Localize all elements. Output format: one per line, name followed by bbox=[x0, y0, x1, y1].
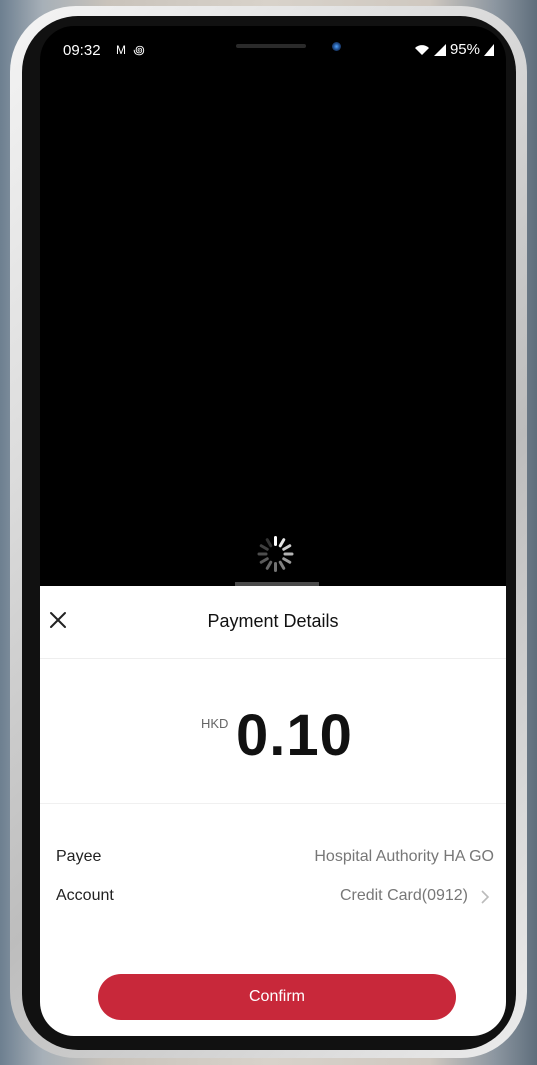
payee-label: Payee bbox=[56, 848, 102, 865]
confirm-button[interactable]: Confirm bbox=[98, 974, 456, 1020]
account-value[interactable]: Credit Card(0912) bbox=[340, 887, 468, 905]
payment-amount: 0.10 bbox=[236, 703, 353, 768]
payment-sheet: Payment Details HKD 0.10 Payee Hospital … bbox=[40, 586, 506, 1036]
status-indicators: 95% bbox=[414, 41, 494, 58]
wifi-icon bbox=[414, 44, 429, 55]
sheet-header: Payment Details bbox=[40, 586, 506, 659]
camera-notch bbox=[148, 26, 398, 74]
phone-screen: 09:32 M ꩜ 95% Payment Details HKD 0.10 P… bbox=[40, 26, 506, 1036]
signal-icon bbox=[433, 43, 446, 56]
payee-value: Hospital Authority HA GO bbox=[314, 848, 494, 865]
sheet-title: Payment Details bbox=[207, 611, 339, 631]
account-label: Account bbox=[56, 887, 114, 904]
payee-row: Payee Hospital Authority HA GO bbox=[40, 842, 506, 872]
battery-icon bbox=[484, 43, 494, 56]
amount-area: HKD 0.10 bbox=[40, 658, 506, 804]
battery-percent: 95% bbox=[449, 41, 480, 58]
account-row[interactable]: Account Credit Card(0912) bbox=[40, 881, 506, 911]
chevron-right-icon[interactable] bbox=[479, 890, 491, 904]
currency-label: HKD bbox=[201, 716, 229, 731]
speaker-grille bbox=[236, 44, 306, 48]
front-camera bbox=[332, 42, 341, 51]
loading-spinner-icon bbox=[256, 534, 296, 574]
status-time: 09:32 bbox=[63, 42, 101, 59]
notification-icons: M ꩜ bbox=[116, 43, 147, 57]
